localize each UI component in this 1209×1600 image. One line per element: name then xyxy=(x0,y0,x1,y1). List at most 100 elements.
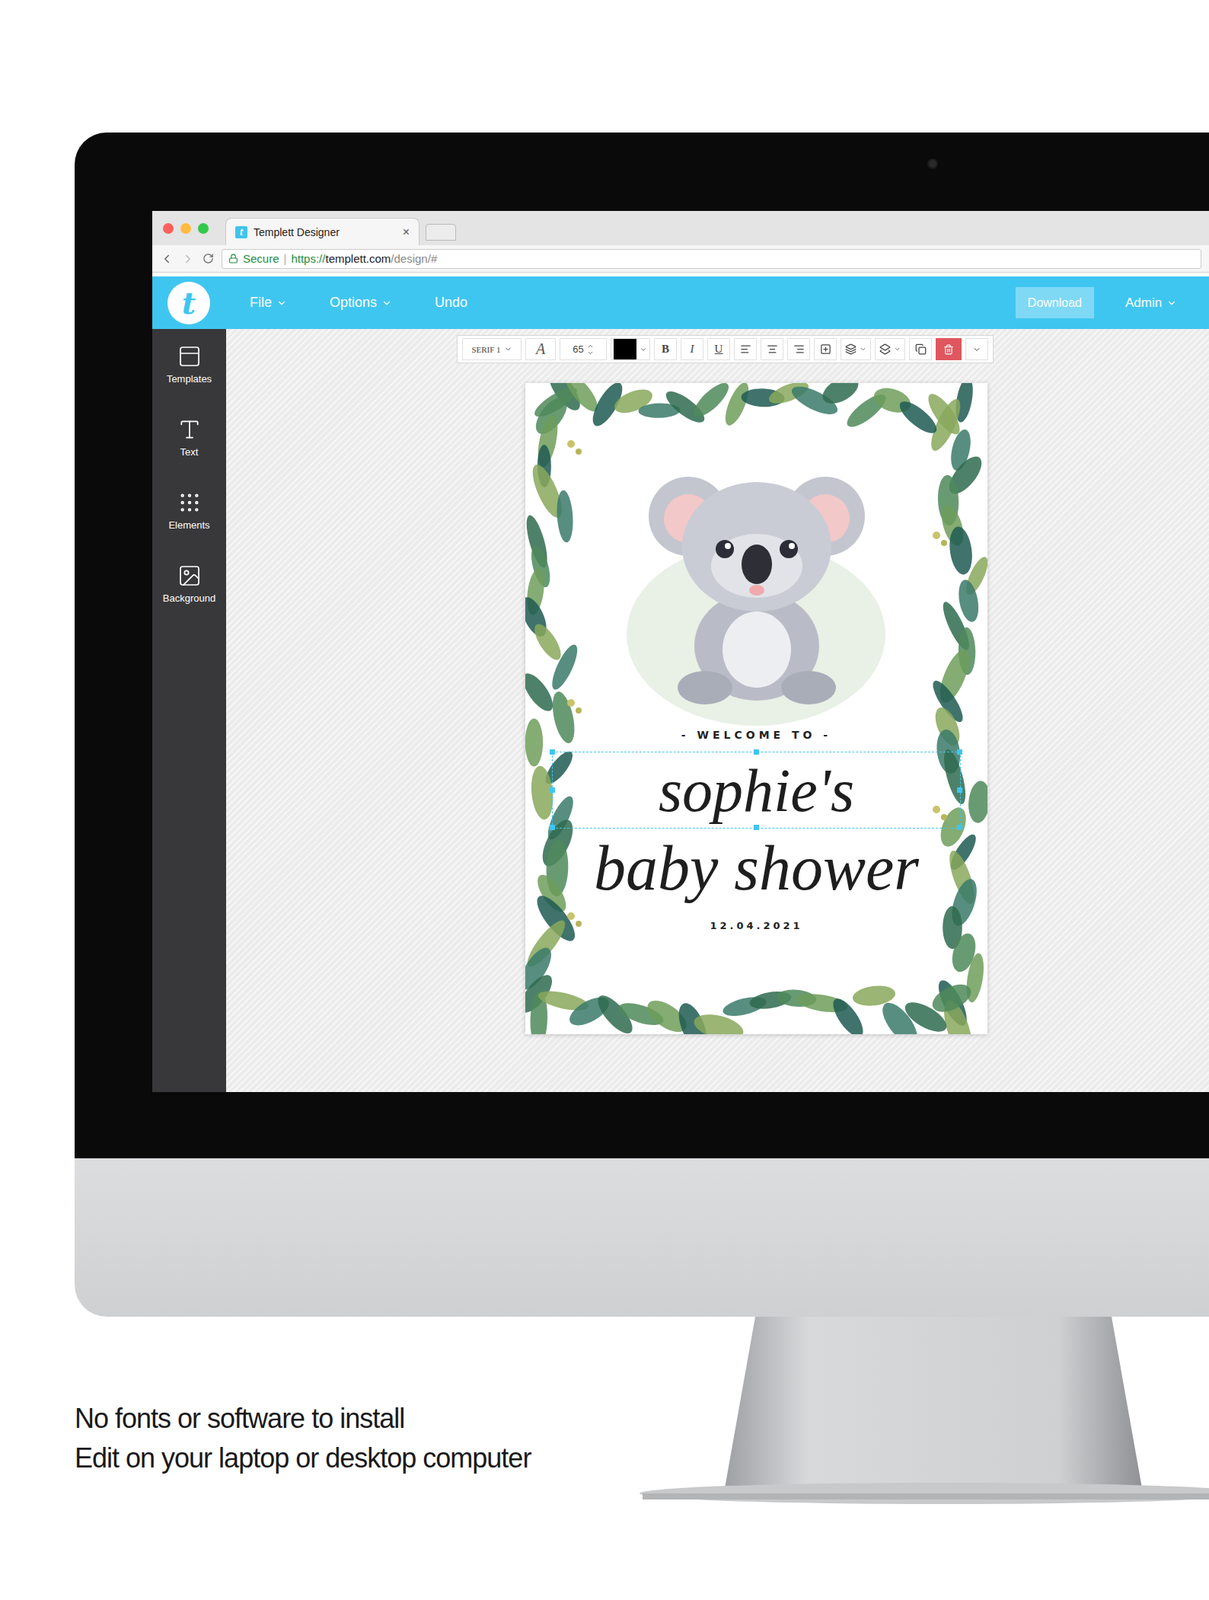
new-tab[interactable] xyxy=(425,223,457,241)
style-button[interactable]: U xyxy=(707,338,731,361)
resize-handle[interactable] xyxy=(549,749,556,755)
align-right-icon xyxy=(793,343,805,355)
browser-tab[interactable]: t Templett Designer × xyxy=(225,217,420,246)
favicon-icon: t xyxy=(235,226,248,239)
copy-icon xyxy=(915,343,927,355)
menu-item[interactable]: Undo xyxy=(434,294,468,311)
format-toolbar: SERIF 1A65 BIU xyxy=(456,334,994,364)
chevron-down-icon xyxy=(972,344,982,355)
chevron-down-icon xyxy=(276,297,288,309)
sidebar-icon xyxy=(177,344,202,369)
tab-bar: t Templett Designer × xyxy=(152,210,1209,246)
align-center-button[interactable] xyxy=(760,338,784,361)
workspace: TemplatesTextElementsBackgroundSERIF 1A6… xyxy=(152,328,1209,1092)
arrange-icon xyxy=(879,343,891,355)
forward-icon[interactable] xyxy=(181,252,195,266)
sidebar-item[interactable]: Templates xyxy=(152,341,227,415)
sidebar-icon xyxy=(177,563,202,588)
layers-icon xyxy=(845,343,857,355)
layer-button[interactable] xyxy=(840,338,871,361)
bottom-row: No fonts or software to installEdit on y… xyxy=(74,1316,1209,1515)
tab-close[interactable]: × xyxy=(402,225,410,240)
app-bar: t File Options Undo Download Admin xyxy=(152,276,1209,329)
duplicate-button[interactable] xyxy=(909,338,932,361)
down-icon[interactable] xyxy=(586,349,594,357)
sidebar-icon xyxy=(177,417,202,442)
color-picker[interactable] xyxy=(610,338,651,361)
resize-handle[interactable] xyxy=(956,824,963,830)
sidebar-item[interactable]: Elements xyxy=(152,487,227,561)
add-button[interactable] xyxy=(813,338,837,361)
chevron-down-icon xyxy=(504,344,513,354)
resize-handle[interactable] xyxy=(956,749,963,755)
chevron-down-icon xyxy=(381,297,393,309)
url: https://templett.com/design/# xyxy=(290,252,438,265)
menu-item[interactable]: File xyxy=(249,294,288,311)
font-button[interactable]: A xyxy=(525,338,556,361)
caption-line: Edit on your laptop or desktop computer xyxy=(74,1438,640,1478)
url-bar: Secure|https://templett.com/design/# xyxy=(152,245,1209,273)
address-field[interactable]: Secure|https://templett.com/design/# xyxy=(221,248,1202,269)
chevron-down-icon xyxy=(639,345,648,354)
resize-handle[interactable] xyxy=(753,824,760,830)
download-button[interactable]: Download xyxy=(1015,287,1095,319)
font-size-field[interactable]: 65 xyxy=(559,338,607,361)
minimize-icon[interactable] xyxy=(180,223,192,234)
lock-icon xyxy=(228,253,239,264)
name-text[interactable]: sophie's xyxy=(658,756,855,824)
menu-item[interactable]: Options xyxy=(329,294,393,311)
trash-icon xyxy=(943,344,954,355)
font-select[interactable]: SERIF 1 xyxy=(462,338,522,361)
admin-menu[interactable]: Admin xyxy=(1125,295,1209,311)
koala-icon xyxy=(634,459,879,711)
reload-icon[interactable] xyxy=(202,252,214,265)
arrange-button[interactable] xyxy=(874,338,906,361)
secure-label: Secure xyxy=(242,252,280,265)
resize-handle[interactable] xyxy=(549,787,556,793)
style-button[interactable]: I xyxy=(680,338,704,361)
caption-line: No fonts or software to install xyxy=(74,1398,640,1439)
maximize-icon[interactable] xyxy=(197,223,209,234)
chevron-down-icon xyxy=(1166,297,1178,309)
style-button[interactable]: B xyxy=(653,338,677,361)
canvas: SERIF 1A65 BIU - WELCOME TO - sophie's baby … xyxy=(226,328,1209,1092)
sidebar: TemplatesTextElementsBackground xyxy=(152,328,227,1092)
align-left-button[interactable] xyxy=(733,338,757,361)
monitor-stand-icon xyxy=(639,1316,1209,1515)
date-text[interactable]: 12.04.2021 xyxy=(709,919,803,932)
camera-icon xyxy=(927,158,938,170)
resize-handle[interactable] xyxy=(549,824,556,830)
card-content: - WELCOME TO - sophie's baby shower 12.04.2… xyxy=(525,382,988,932)
chevron-down-icon xyxy=(893,345,901,353)
browser-window: t Templett Designer × Secure|https://temple… xyxy=(152,210,1209,1092)
name-text-box[interactable]: sophie's xyxy=(551,751,961,829)
logo[interactable]: t xyxy=(167,281,211,325)
add-icon xyxy=(819,343,832,355)
sidebar-icon xyxy=(177,490,202,515)
sidebar-item[interactable]: Background xyxy=(152,560,227,634)
separator: | xyxy=(283,252,288,265)
sidebar-item[interactable]: Text xyxy=(152,414,227,488)
monitor-chin xyxy=(74,1157,1209,1317)
leaf-frame-icon xyxy=(525,382,988,1034)
back-icon[interactable] xyxy=(159,252,174,266)
align-center-icon xyxy=(766,343,779,355)
product-mockup: t Templett Designer × Secure|https://temple… xyxy=(0,0,1209,1600)
tab-title: Templett Designer xyxy=(253,226,397,239)
design-card[interactable]: - WELCOME TO - sophie's baby shower 12.04.2… xyxy=(525,382,988,1034)
welcome-text[interactable]: - WELCOME TO - xyxy=(681,728,832,741)
monitor-bezel: t Templett Designer × Secure|https://temple… xyxy=(74,132,1209,1158)
caption: No fonts or software to installEdit on y… xyxy=(74,1316,640,1515)
more-button[interactable] xyxy=(965,338,989,361)
align-right-button[interactable] xyxy=(787,338,811,361)
align-left-icon xyxy=(740,343,752,355)
close-icon[interactable] xyxy=(162,223,174,234)
window-controls xyxy=(162,223,209,234)
chevron-down-icon xyxy=(859,345,867,353)
resize-handle[interactable] xyxy=(956,787,963,793)
up-icon[interactable] xyxy=(586,342,594,350)
monitor: t Templett Designer × Secure|https://temple… xyxy=(74,132,1209,1317)
delete-button[interactable] xyxy=(935,338,962,361)
resize-handle[interactable] xyxy=(753,749,760,755)
event-text[interactable]: baby shower xyxy=(593,832,919,903)
